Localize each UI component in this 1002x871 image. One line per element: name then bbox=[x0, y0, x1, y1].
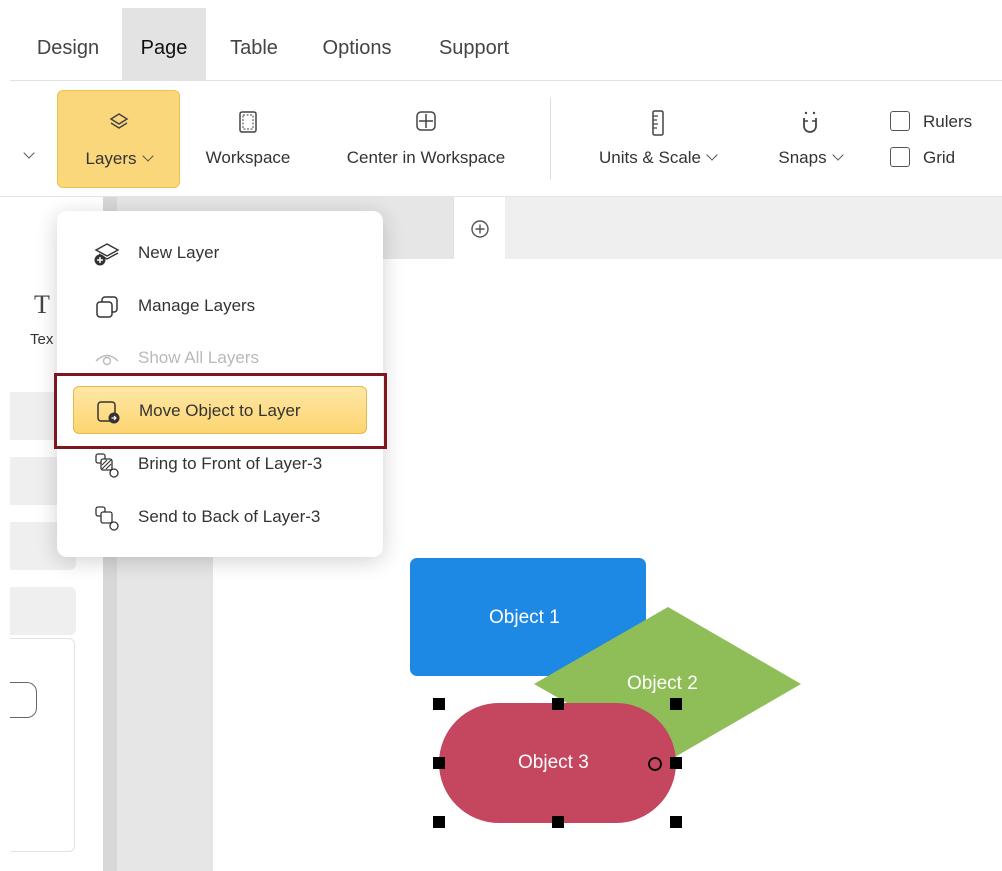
menu-item-label: New Layer bbox=[138, 243, 220, 262]
snaps-label: Snaps bbox=[778, 148, 827, 167]
ribbon-divider bbox=[550, 98, 551, 180]
menu-item-label: Manage Layers bbox=[138, 296, 256, 315]
workspace-label: Workspace bbox=[205, 148, 291, 167]
tab-options[interactable]: Options bbox=[304, 8, 410, 80]
side-panel-field[interactable] bbox=[10, 682, 37, 718]
chevron-down-icon bbox=[706, 149, 718, 161]
layers-icon bbox=[109, 113, 128, 129]
canvas-objects[interactable] bbox=[400, 550, 810, 840]
center-in-workspace-label: Center in Workspace bbox=[346, 148, 506, 167]
resize-handle-bottom-left[interactable] bbox=[433, 816, 445, 828]
new-layer-icon bbox=[94, 243, 120, 266]
layers-button[interactable]: Layers bbox=[57, 90, 180, 188]
text-tool-icon[interactable]: T bbox=[34, 290, 50, 320]
resize-handle-right[interactable] bbox=[670, 757, 682, 769]
object-3-label: Object 3 bbox=[518, 752, 589, 773]
snaps-button[interactable]: Snaps bbox=[760, 90, 860, 186]
menu-item-send-to-back[interactable]: Send to Back of Layer-3 bbox=[73, 493, 367, 541]
workspace-icon bbox=[239, 111, 257, 133]
menu-item-label: Bring to Front of Layer-3 bbox=[138, 454, 323, 473]
ruler-icon bbox=[651, 110, 664, 136]
tab-table[interactable]: Table bbox=[214, 8, 294, 80]
units-scale-button[interactable]: Units & Scale bbox=[580, 90, 735, 186]
object-1-label: Object 1 bbox=[489, 607, 560, 628]
resize-handle-bottom-right[interactable] bbox=[670, 816, 682, 828]
add-icon bbox=[471, 220, 489, 238]
resize-handle-top[interactable] bbox=[552, 698, 564, 710]
add-page-tab[interactable] bbox=[453, 197, 507, 259]
object-2-label: Object 2 bbox=[627, 673, 698, 694]
magnet-icon bbox=[803, 111, 817, 133]
grid-label: Grid bbox=[923, 148, 956, 167]
checkbox-box[interactable] bbox=[890, 111, 910, 131]
checkbox-box[interactable] bbox=[890, 147, 910, 167]
tab-page[interactable]: Page bbox=[122, 8, 206, 80]
menu-item-new-layer[interactable]: New Layer bbox=[73, 229, 367, 277]
annotation-highlight-box bbox=[54, 373, 387, 449]
menu-item-label: Send to Back of Layer-3 bbox=[138, 507, 321, 526]
page-tabs-bar bbox=[505, 197, 1002, 259]
center-icon bbox=[416, 111, 436, 131]
side-panel-card bbox=[10, 638, 75, 852]
chevron-down-icon bbox=[141, 150, 154, 162]
tab-support[interactable]: Support bbox=[418, 8, 530, 80]
tab-design[interactable]: Design bbox=[20, 8, 116, 80]
side-panel-row[interactable] bbox=[10, 587, 76, 635]
menu-divider bbox=[10, 80, 1002, 81]
menu-item-label: Show All Layers bbox=[138, 348, 259, 367]
resize-handle-top-right[interactable] bbox=[670, 698, 682, 710]
send-back-icon bbox=[95, 506, 119, 531]
units-scale-label: Units & Scale bbox=[598, 148, 702, 167]
resize-handle-top-left[interactable] bbox=[433, 698, 445, 710]
manage-layers-icon bbox=[96, 296, 118, 318]
menu-item-manage-layers[interactable]: Manage Layers bbox=[73, 282, 367, 330]
eye-icon bbox=[95, 354, 119, 366]
chevron-down-icon bbox=[23, 147, 35, 159]
center-in-workspace-button[interactable]: Center in Workspace bbox=[330, 90, 522, 186]
workspace-button[interactable]: Workspace bbox=[193, 90, 303, 186]
chevron-down-icon bbox=[831, 149, 844, 161]
resize-handle-left[interactable] bbox=[433, 757, 445, 769]
bring-front-icon bbox=[95, 453, 119, 478]
resize-handle-bottom[interactable] bbox=[552, 816, 564, 828]
ribbon-scroll-left[interactable] bbox=[18, 147, 35, 166]
layers-button-label: Layers bbox=[85, 149, 137, 168]
text-tool-label: Tex bbox=[30, 331, 54, 348]
rulers-label: Rulers bbox=[923, 112, 973, 131]
